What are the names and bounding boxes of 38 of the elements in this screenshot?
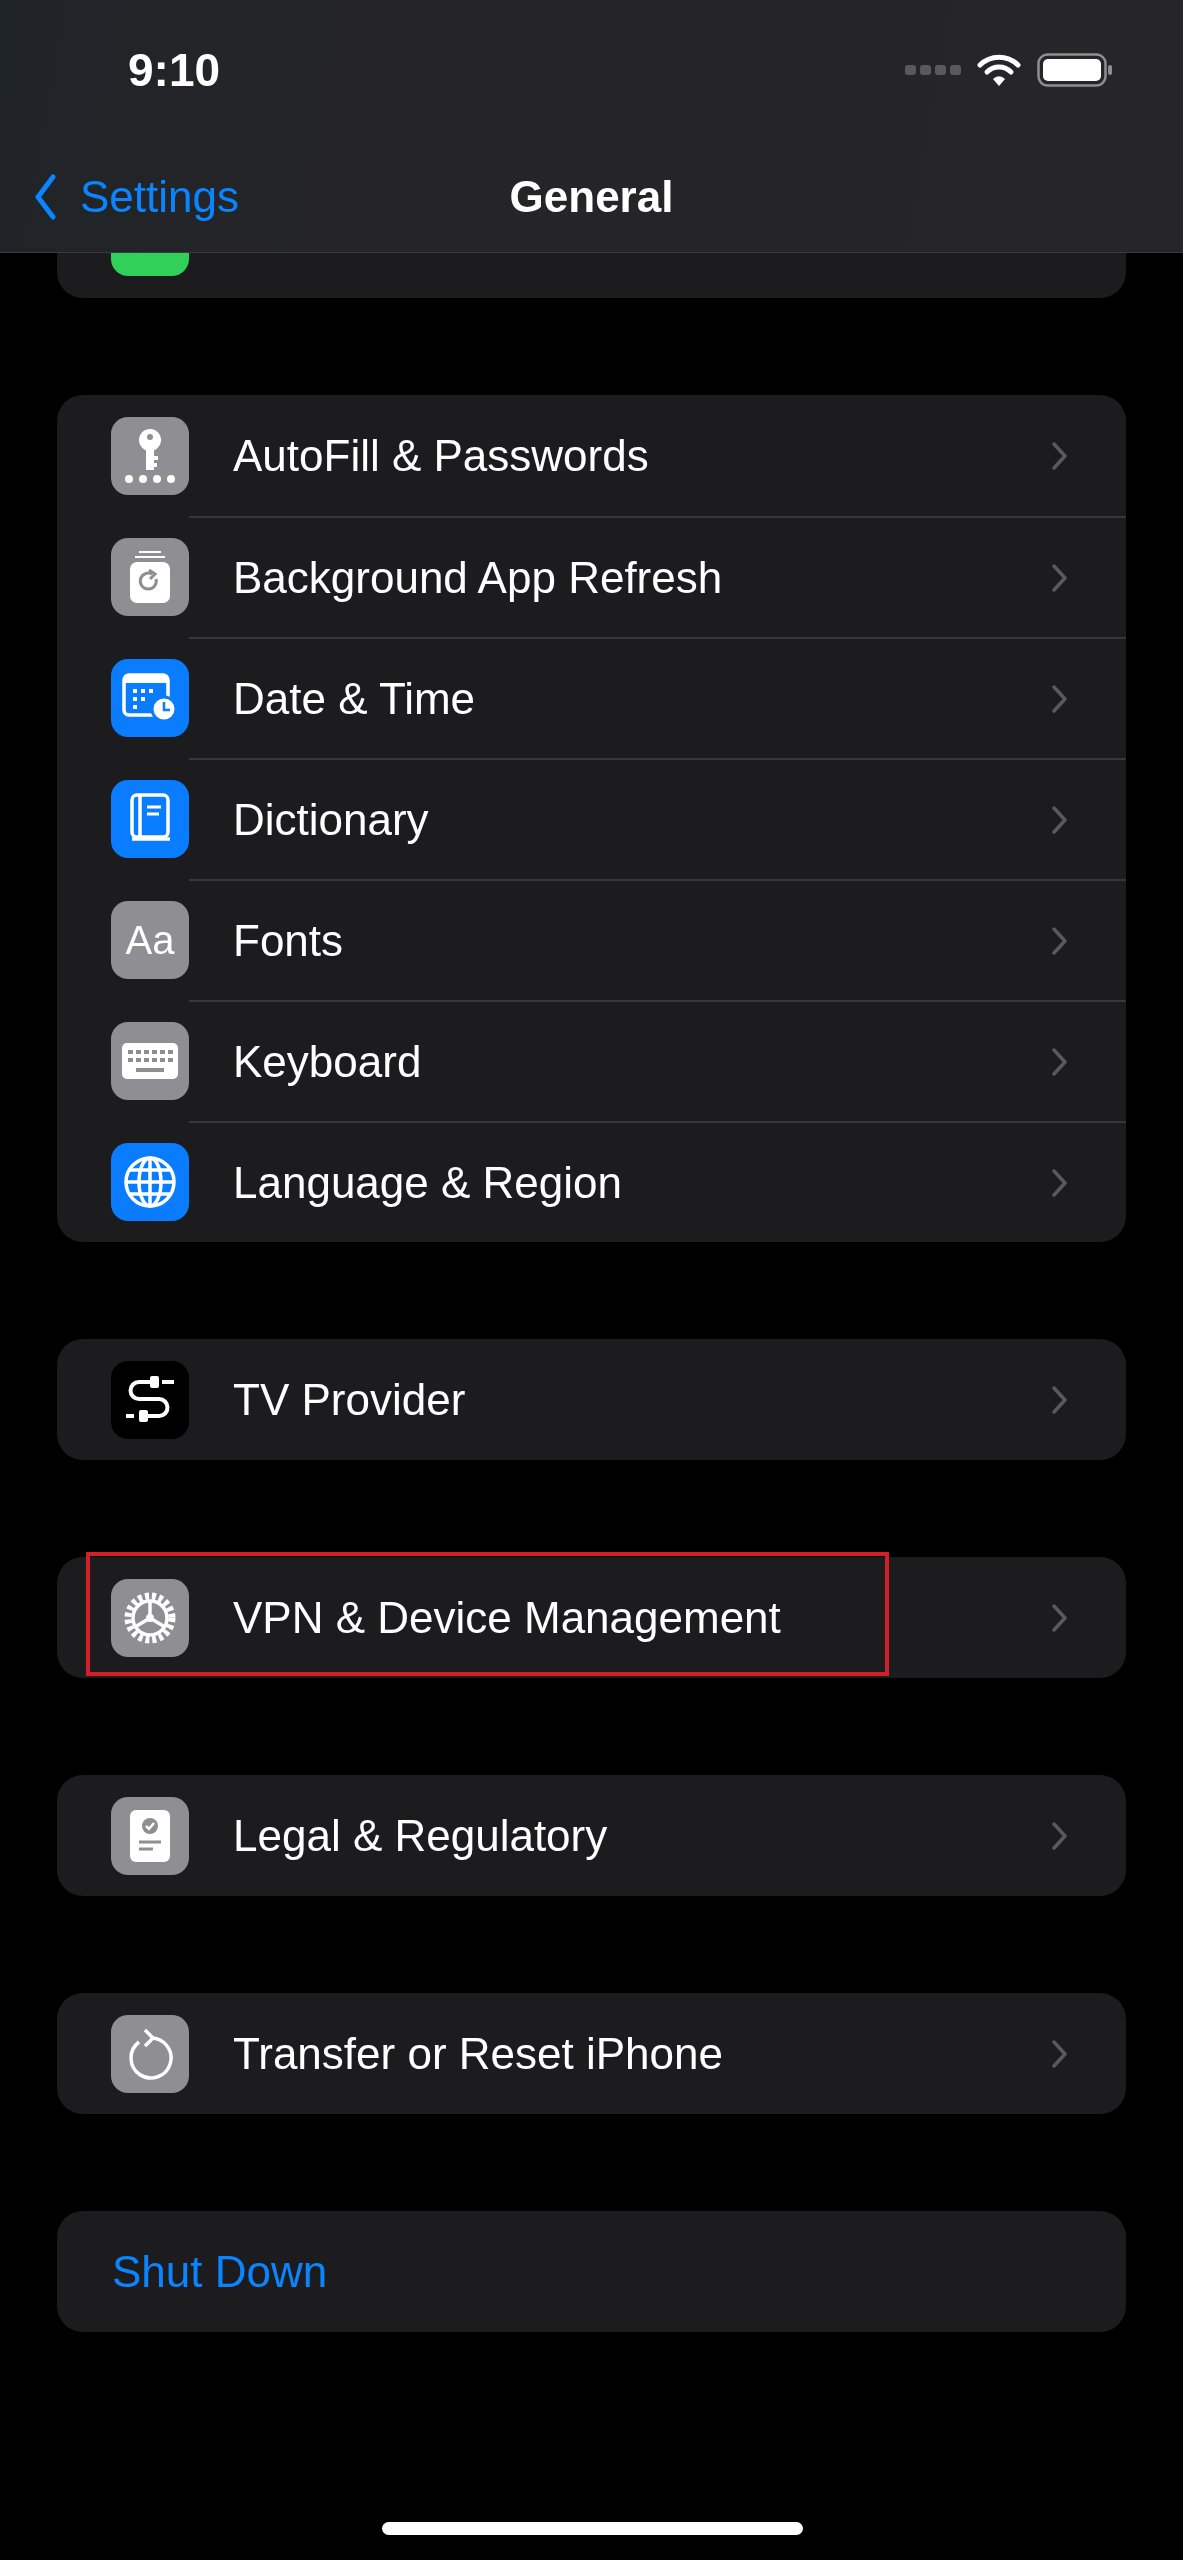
chevron-icon [1052,684,1068,713]
battery-icon [1037,53,1113,87]
chevron-icon [1052,1385,1068,1414]
settings-row[interactable]: TV Provider [57,1339,1126,1460]
settings-row[interactable]: AutoFill & Passwords [57,395,1126,516]
settings-row[interactable]: VPN & Device Management [57,1557,1126,1678]
chevron-icon [1052,805,1068,834]
settings-row[interactable]: Date & Time [57,637,1126,758]
chevron-icon [1052,2039,1068,2068]
wifi-icon [977,53,1021,87]
settings-row[interactable]: Keyboard [57,1000,1126,1121]
chevron-icon [1052,1603,1068,1632]
settings-row[interactable]: Background App Refresh [57,516,1126,637]
refresh-icon [127,548,173,605]
chevron-icon [1052,1168,1068,1197]
settings-row[interactable]: Aa Fonts [57,879,1126,1000]
settings-row[interactable]: Language & Region [57,1121,1126,1242]
settings-row[interactable]: Legal & Regulatory [57,1775,1126,1896]
settings-row[interactable]: Transfer or Reset iPhone [57,1993,1126,2114]
certificate-icon [128,1807,172,1864]
settings-row[interactable]: Dictionary [57,758,1126,879]
calendar-clock-icon [122,672,178,723]
signal-icon [905,64,961,76]
chevron-icon [1052,563,1068,592]
status-time: 9:10 [128,42,221,98]
keyboard-icon [122,1042,178,1079]
app-icon [111,252,189,276]
globe-icon [123,1154,177,1209]
shut-down-button[interactable]: Shut Down [57,2211,1126,2332]
back-button[interactable]: Settings [34,164,239,230]
nav-title: General [509,170,674,223]
chevron-icon [1052,1047,1068,1076]
chevron-icon [1052,926,1068,955]
chevron-icon [1052,441,1068,470]
key-icon [123,427,177,484]
chevron-icon [1052,1821,1068,1850]
back-chevron-icon [34,174,56,220]
font-icon-text: Aa [125,916,175,964]
